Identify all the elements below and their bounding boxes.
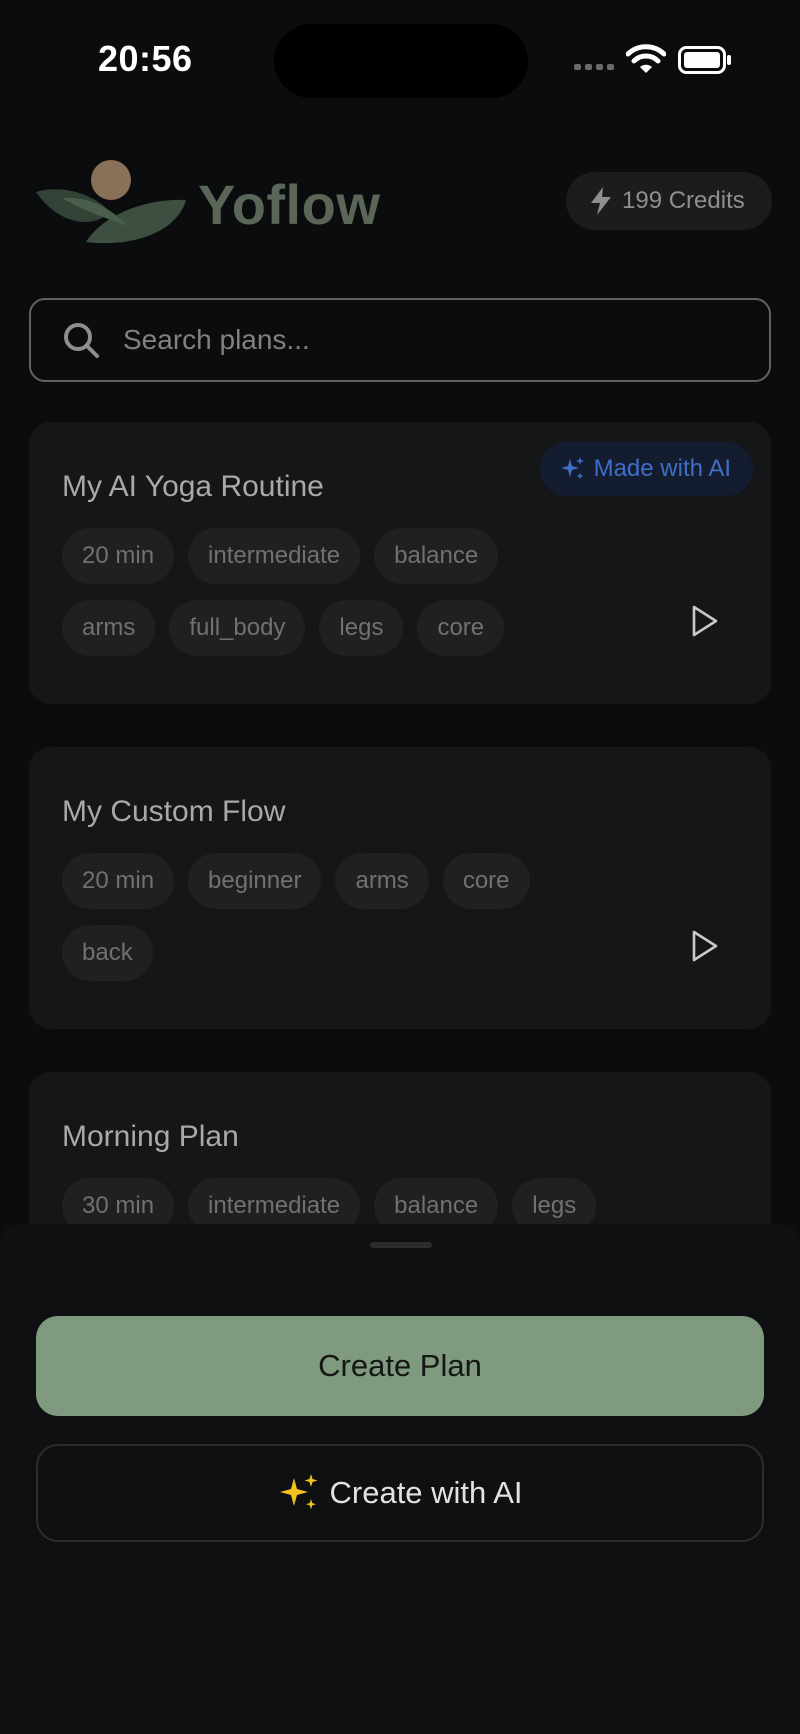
play-icon[interactable]: [687, 929, 721, 963]
tag-list: 20 min beginner arms core back: [62, 853, 622, 997]
tag: core: [417, 600, 505, 656]
search-input[interactable]: [123, 324, 683, 356]
sparkles-icon: [279, 1474, 317, 1510]
dynamic-island: [274, 24, 528, 98]
bottom-sheet: Create Plan Create with AI: [0, 1224, 800, 1734]
tag: core: [442, 853, 530, 909]
battery-icon: [678, 46, 731, 74]
cellular-signal-icon: [574, 64, 614, 72]
tag: 20 min: [62, 853, 175, 909]
tag: arms: [62, 600, 156, 656]
plan-card[interactable]: My Custom Flow 20 min beginner arms core…: [29, 747, 771, 1029]
sheet-drag-handle[interactable]: [370, 1242, 432, 1248]
search-icon: [64, 323, 99, 358]
plans-screen: 20:56 Yoflow 199 Credits Search plans...…: [0, 0, 800, 1734]
status-time: 20:56: [98, 38, 193, 79]
plan-title: Morning Plan: [62, 1120, 239, 1153]
plan-title: My AI Yoga Routine: [62, 470, 324, 503]
yoflow-logo-icon: [36, 160, 186, 244]
wifi-icon: [626, 44, 666, 73]
credits-badge[interactable]: 199 Credits: [566, 172, 772, 230]
brand-name: Yoflow: [198, 173, 381, 236]
tag: legs: [319, 600, 404, 656]
tag: intermediate: [188, 528, 361, 584]
tag: balance: [374, 528, 499, 584]
sparkles-icon: [560, 457, 584, 479]
tag: beginner: [188, 853, 322, 909]
lightning-icon: [591, 187, 611, 215]
search-bar[interactable]: [29, 298, 771, 382]
credits-label: 199 Credits: [622, 187, 745, 214]
tag: back: [62, 925, 153, 981]
status-bar: 20:56: [0, 0, 800, 120]
create-with-ai-label: Create with AI: [329, 1475, 523, 1510]
create-with-ai-button[interactable]: Create with AI: [36, 1444, 764, 1542]
tag: arms: [335, 853, 429, 909]
create-plan-button[interactable]: Create Plan: [36, 1316, 764, 1416]
tag: 20 min: [62, 528, 175, 584]
tag: full_body: [169, 600, 306, 656]
ai-badge-label: Made with AI: [593, 455, 731, 482]
play-icon[interactable]: [687, 604, 721, 638]
made-with-ai-badge: Made with AI: [539, 442, 753, 496]
plan-card[interactable]: My AI Yoga Routine Made with AI 20 min i…: [29, 422, 771, 704]
plan-title: My Custom Flow: [62, 795, 286, 828]
tag-list: 20 min intermediate balance arms full_bo…: [62, 528, 622, 672]
